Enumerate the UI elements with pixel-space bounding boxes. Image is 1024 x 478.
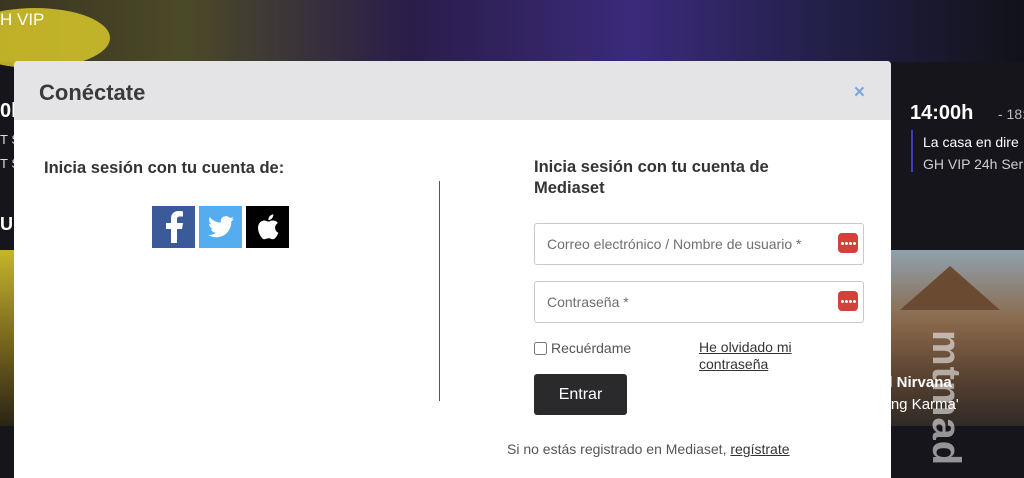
register-text: Si no estás registrado en Mediaset, <box>507 441 727 457</box>
remember-me-label: Recuérdame <box>551 340 632 356</box>
mtmad-watermark: mtmad <box>924 330 968 467</box>
facebook-login-button[interactable] <box>152 206 195 248</box>
apple-login-button[interactable] <box>246 206 289 248</box>
login-button[interactable]: Entrar <box>534 374 627 415</box>
apple-icon <box>257 214 278 240</box>
schedule-time: 14:00h <box>910 102 974 124</box>
password-input[interactable] <box>535 282 825 322</box>
password-manager-icon[interactable] <box>838 291 858 311</box>
mediaset-login-heading: Inicia sesión con tu cuenta de Mediaset <box>534 158 769 197</box>
twitter-login-button[interactable] <box>199 206 242 248</box>
schedule-indicator <box>911 130 913 172</box>
forgot-password-link[interactable]: He olvidado mi contraseña <box>699 339 829 373</box>
schedule-show-subtitle: GH VIP 24h Ser <box>923 156 1024 172</box>
modal-title: Conéctate <box>39 80 146 105</box>
login-modal: Conéctate × Inicia sesión con tu cuenta … <box>14 61 891 478</box>
remember-me[interactable]: Recuérdame <box>534 340 631 356</box>
social-login-buttons <box>152 206 289 248</box>
remember-me-checkbox[interactable] <box>534 341 547 355</box>
twitter-icon <box>207 216 234 238</box>
vertical-divider <box>439 181 440 401</box>
left-show-card[interactable] <box>0 250 14 426</box>
background-banner: H VIP <box>0 0 1024 68</box>
register-link[interactable]: regístrate <box>730 441 789 457</box>
password-manager-icon[interactable] <box>838 233 858 253</box>
social-login-heading: Inicia sesión con tu cuenta de: <box>44 159 285 177</box>
close-icon[interactable]: × <box>854 83 865 102</box>
card-thumbnail <box>900 266 1000 310</box>
email-input[interactable] <box>535 224 825 264</box>
banner-label: H VIP <box>0 10 45 29</box>
modal-header: Conéctate × <box>14 61 891 120</box>
email-field[interactable] <box>534 223 864 265</box>
facebook-icon <box>165 211 183 243</box>
register-prompt: Si no estás registrado en Mediaset, regí… <box>507 441 790 457</box>
left-section-heading: U <box>0 214 13 234</box>
password-field[interactable] <box>534 281 864 323</box>
schedule-show-title[interactable]: La casa en dire <box>923 134 1019 150</box>
schedule-time-end: - 18:0 <box>998 106 1024 122</box>
